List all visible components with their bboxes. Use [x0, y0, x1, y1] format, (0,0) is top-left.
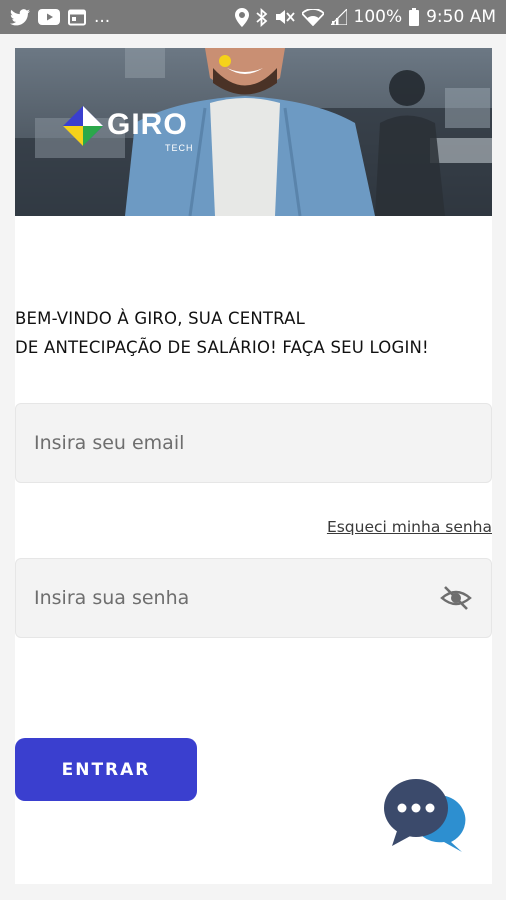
logo-subtext: TECH	[165, 143, 194, 153]
notification-overflow: ...	[94, 7, 111, 27]
email-input[interactable]	[34, 432, 473, 454]
chat-bubbles-icon	[384, 779, 466, 852]
hero-photo	[15, 48, 492, 216]
youtube-icon	[38, 9, 60, 25]
status-bar: ... 100% 9:50 AM	[0, 0, 506, 34]
chat-button[interactable]	[384, 776, 474, 856]
welcome-line-2: DE ANTECIPAÇÃO DE SALÁRIO! FAÇA SEU LOGI…	[15, 338, 429, 357]
login-card: GIRO TECH BEM-VINDO À GIRO, SUA CENTRAL …	[15, 48, 492, 884]
login-button[interactable]: ENTRAR	[15, 738, 197, 801]
battery-icon	[409, 8, 420, 26]
bluetooth-icon	[255, 7, 268, 27]
welcome-message: BEM-VINDO À GIRO, SUA CENTRAL DE ANTECIP…	[15, 304, 492, 362]
clock: 9:50 AM	[426, 7, 496, 27]
wifi-icon	[301, 8, 324, 26]
location-icon	[234, 7, 249, 27]
mute-icon	[275, 8, 295, 26]
calendar-icon	[68, 9, 86, 26]
twitter-icon	[10, 8, 30, 26]
password-input[interactable]	[34, 587, 439, 609]
signal-icon	[330, 9, 347, 25]
password-field[interactable]	[15, 558, 492, 638]
hero-banner: GIRO TECH	[15, 48, 492, 216]
eye-off-icon[interactable]	[439, 581, 473, 615]
battery-percentage: 100%	[353, 7, 403, 27]
logo-text: GIRO	[107, 108, 188, 141]
forgot-password-link[interactable]: Esqueci minha senha	[327, 518, 492, 536]
welcome-line-1: BEM-VINDO À GIRO, SUA CENTRAL	[15, 309, 306, 328]
email-field[interactable]	[15, 403, 492, 483]
